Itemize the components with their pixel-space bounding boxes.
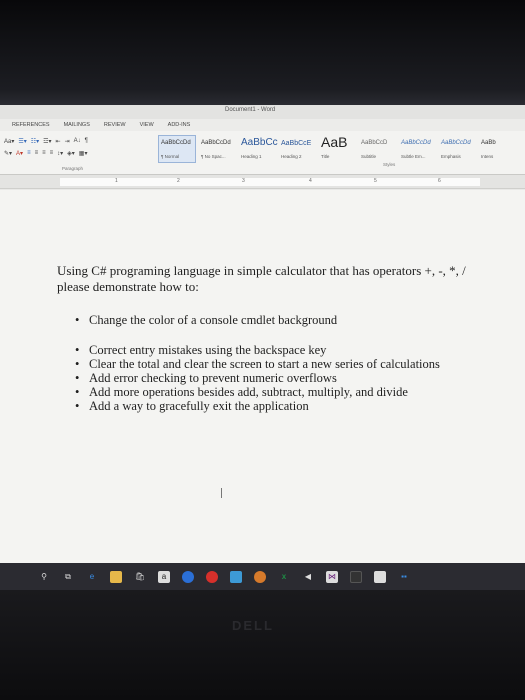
increase-indent-icon[interactable]: ⇥: [65, 138, 70, 145]
tab-review[interactable]: REVIEW: [104, 122, 126, 128]
opera-icon[interactable]: [206, 570, 218, 583]
align-left-icon[interactable]: ≡: [27, 150, 31, 156]
multilevel-list-icon[interactable]: ☲▾: [43, 138, 51, 145]
shading-icon[interactable]: ◈▾: [67, 150, 75, 157]
window-title: Document1 - Word: [225, 107, 276, 113]
taskbar: ⚲ ⧉ e 🛍 a x ◀ ⋈ ▪▪: [0, 563, 525, 590]
style-sample: AaBbCcDd: [401, 140, 431, 146]
tab-view[interactable]: VIEW: [140, 122, 154, 128]
paragraph-group: Aa▾ ☰▾ ☷▾ ☲▾ ⇤ ⇥ A↓ ¶ ✎▾ A▾ ≡ ≡ ≡ ≡ ↕▾ ◈…: [4, 135, 154, 171]
ruler-tick: 1: [115, 178, 118, 184]
tab-mailings[interactable]: MAILINGS: [64, 122, 90, 128]
style-name: Heading 1: [241, 154, 262, 159]
numbering-icon[interactable]: ☷▾: [31, 138, 39, 145]
style-sample: AaBb: [481, 140, 496, 146]
style-name: ¶ Normal: [161, 154, 180, 159]
style-heading-1[interactable]: AaBbCc Heading 1: [238, 135, 278, 163]
style-sample: AaBbCcDd: [161, 140, 191, 146]
ruler-tick: 4: [309, 178, 312, 184]
monitor-top-bezel: [0, 0, 525, 105]
list-item: Correct entry mistakes using the backspa…: [75, 343, 477, 357]
ruler: 1 2 3 4 5 6: [0, 175, 525, 189]
style-name: Subtitle: [361, 154, 377, 159]
media-icon[interactable]: [254, 570, 266, 583]
edge-browser-icon[interactable]: e: [86, 571, 98, 583]
question-text: Using C# programing language in simple c…: [57, 263, 466, 294]
style-name: ¶ No Spac...: [201, 154, 226, 159]
justify-icon[interactable]: ≡: [50, 150, 54, 156]
style-name: Intens: [481, 154, 494, 159]
style-name: Title: [321, 154, 330, 159]
list-item: Add more operations besides add, subtrac…: [75, 385, 477, 399]
bullets-icon[interactable]: ☰▾: [18, 138, 26, 145]
highlight-icon[interactable]: ✎▾: [4, 150, 12, 157]
borders-icon[interactable]: ▦▾: [79, 150, 88, 157]
chrome-icon[interactable]: [182, 570, 194, 583]
style-title[interactable]: AaB Title: [318, 134, 356, 163]
style-sample: AaBbCcDd: [201, 140, 231, 146]
style-emphasis[interactable]: AaBbCcDd Emphasis: [438, 135, 476, 163]
styles-gallery: AaBbCcDd ¶ Normal AaBbCcDd ¶ No Spac... …: [158, 134, 498, 163]
monitor-bottom-bezel: DELL: [0, 590, 525, 700]
skype-icon[interactable]: ◀: [302, 571, 314, 583]
decrease-indent-icon[interactable]: ⇤: [56, 138, 61, 145]
list-item: Change the color of a console cmdlet bac…: [75, 313, 477, 327]
style-sample: AaBbCc: [241, 137, 278, 148]
line-spacing-icon[interactable]: ↕▾: [57, 150, 63, 157]
ruler-page-area: [60, 178, 480, 186]
brand-logo: DELL: [232, 618, 274, 633]
font-color-icon[interactable]: A▾: [16, 150, 23, 157]
style-sample: AaB: [321, 134, 348, 150]
document-area[interactable]: Using C# programing language in simple c…: [0, 190, 525, 563]
amazon-icon[interactable]: a: [158, 570, 170, 583]
ribbon-tabs: REFERENCES MAILINGS REVIEW VIEW ADD-INS: [0, 119, 525, 131]
style-sample: AaBbCcD: [361, 140, 388, 146]
store-icon[interactable]: 🛍: [134, 571, 146, 583]
ribbon: Aa▾ ☰▾ ☷▾ ☲▾ ⇤ ⇥ A↓ ¶ ✎▾ A▾ ≡ ≡ ≡ ≡ ↕▾ ◈…: [0, 131, 525, 175]
task-view-icon[interactable]: ⧉: [62, 571, 74, 583]
tab-references[interactable]: REFERENCES: [12, 122, 50, 128]
screen: Document1 - Word REFERENCES MAILINGS REV…: [0, 105, 525, 563]
align-right-icon[interactable]: ≡: [42, 150, 46, 156]
bullet-list: Change the color of a console cmdlet bac…: [75, 313, 477, 413]
paragraph-group-label: Paragraph: [62, 166, 84, 171]
search-icon[interactable]: ⚲: [38, 571, 50, 583]
document-body[interactable]: Using C# programing language in simple c…: [57, 263, 477, 413]
style-no-spacing[interactable]: AaBbCcDd ¶ No Spac...: [198, 135, 236, 163]
visual-studio-icon[interactable]: ⋈: [326, 570, 338, 583]
excel-icon[interactable]: x: [278, 571, 290, 583]
style-subtitle[interactable]: AaBbCcD Subtitle: [358, 135, 396, 163]
style-name: Emphasis: [441, 154, 461, 159]
photos-icon[interactable]: [230, 570, 242, 583]
list-item: Clear the total and clear the screen to …: [75, 357, 477, 371]
style-sample: AaBbCcDd: [441, 140, 471, 146]
tab-add-ins[interactable]: ADD-INS: [168, 122, 191, 128]
settings-icon[interactable]: ▪▪: [398, 571, 410, 583]
app-icon[interactable]: [374, 570, 386, 583]
file-explorer-icon[interactable]: [110, 570, 122, 583]
ruler-tick: 6: [438, 178, 441, 184]
style-intense[interactable]: AaBb Intens: [478, 135, 498, 163]
title-bar: Document1 - Word: [0, 105, 525, 119]
style-subtle-emphasis[interactable]: AaBbCcDd Subtle Em...: [398, 135, 436, 163]
styles-group-label: Styles: [383, 162, 396, 167]
ruler-tick: 3: [242, 178, 245, 184]
list-item: Add a way to gracefully exit the applica…: [75, 399, 477, 413]
align-center-icon[interactable]: ≡: [35, 150, 39, 156]
style-normal[interactable]: AaBbCcDd ¶ Normal: [158, 135, 196, 163]
word-icon[interactable]: [350, 570, 362, 583]
font-size-icon[interactable]: Aa▾: [4, 138, 14, 145]
style-name: Heading 2: [281, 154, 302, 159]
mouse-cursor: [221, 488, 222, 498]
ruler-tick: 2: [177, 178, 180, 184]
ruler-tick: 5: [374, 178, 377, 184]
style-sample: AaBbCcE: [281, 140, 312, 147]
sort-icon[interactable]: A↓: [74, 138, 81, 144]
style-name: Subtle Em...: [401, 154, 426, 159]
style-heading-2[interactable]: AaBbCcE Heading 2: [278, 135, 316, 163]
show-formatting-icon[interactable]: ¶: [85, 138, 88, 144]
list-item: Add error checking to prevent numeric ov…: [75, 371, 477, 385]
